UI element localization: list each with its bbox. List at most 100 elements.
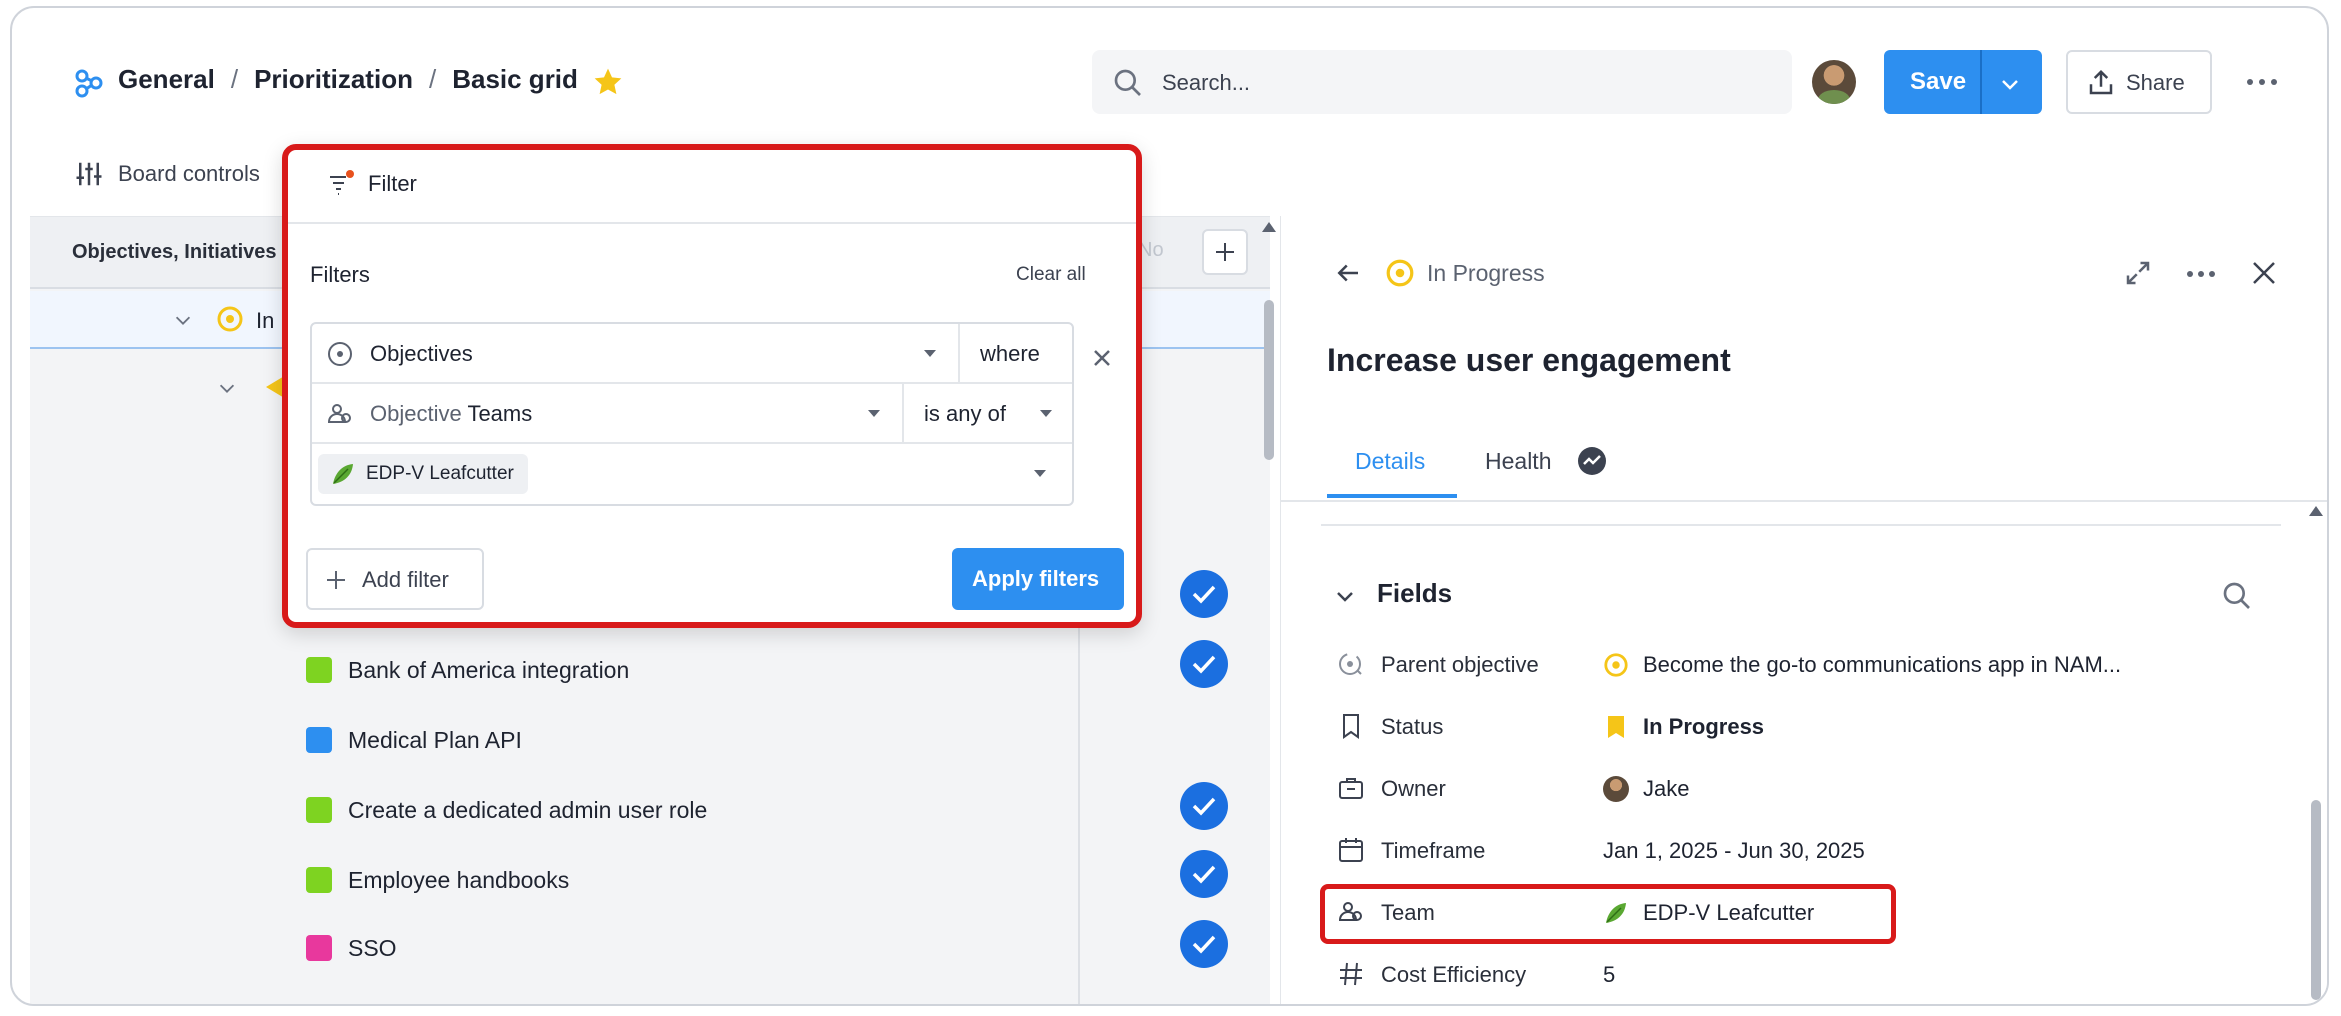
more-options-icon[interactable]: [2185, 264, 2217, 284]
status-text[interactable]: In Progress: [1427, 260, 1545, 287]
field-timeframe[interactable]: Timeframe Jan 1, 2025 - Jun 30, 2025: [1337, 830, 2237, 870]
fields-heading: Fields: [1377, 578, 1453, 608]
check-circle-icon[interactable]: [1180, 570, 1228, 618]
field-status[interactable]: Status In Progress: [1337, 706, 2237, 746]
breadcrumb-basic-grid[interactable]: Basic grid: [452, 64, 578, 95]
field-cost-efficiency[interactable]: Cost Efficiency 5: [1337, 954, 2237, 994]
check-circle-icon[interactable]: [1180, 782, 1228, 830]
filter-tab[interactable]: Filter: [326, 166, 417, 202]
remove-filter-icon[interactable]: [1090, 346, 1114, 370]
check-circle-icon[interactable]: [1180, 920, 1228, 968]
field-value[interactable]: Become the go-to communications app in N…: [1603, 652, 2121, 678]
scrollbar-thumb[interactable]: [1264, 300, 1274, 460]
chevron-down-icon[interactable]: [172, 309, 194, 331]
filters-heading: Filters: [310, 262, 370, 287]
filter-row-values[interactable]: EDP-V Leafcutter: [312, 444, 1072, 504]
filter-field-text: Objectives: [370, 341, 473, 366]
add-filter-button[interactable]: Add filter: [306, 548, 484, 610]
tab-health[interactable]: Health: [1485, 436, 1615, 498]
field-value[interactable]: Jan 1, 2025 - Jun 30, 2025: [1603, 838, 1865, 864]
checkmark-icon: [1192, 865, 1216, 884]
filter-row-objectives: Objectives where: [312, 324, 1072, 384]
list-item[interactable]: Bank of America integration: [306, 656, 629, 684]
popover-divider: [288, 222, 1136, 224]
grid-scrollbar[interactable]: [1256, 216, 1282, 1004]
item-color-swatch: [306, 727, 332, 753]
column-header-objectives[interactable]: Objectives, Initiatives: [72, 241, 277, 264]
column-divider: [1078, 617, 1080, 1004]
check-circle-icon[interactable]: [1180, 850, 1228, 898]
fields-section-header[interactable]: Fields: [1333, 574, 2293, 614]
hash-icon: [1340, 962, 1362, 986]
scrollbar-thumb[interactable]: [2311, 800, 2321, 1000]
filter-field-select[interactable]: Objectives: [312, 324, 960, 384]
list-item[interactable]: SSO: [306, 934, 397, 962]
status-in-progress-icon: [1386, 259, 1414, 287]
chevron-down-icon[interactable]: [216, 377, 238, 399]
owner-value: Jake: [1643, 776, 1690, 801]
dropdown-caret-icon[interactable]: [1034, 470, 1046, 477]
apply-filters-button[interactable]: Apply filters: [952, 548, 1124, 610]
tab-details-label: Details: [1355, 448, 1426, 474]
field-parent-objective[interactable]: Parent objective Become the go-to commun…: [1337, 644, 2237, 684]
dropdown-caret-icon: [924, 350, 936, 357]
close-icon[interactable]: [2249, 258, 2279, 288]
board-controls-button[interactable]: Board controls: [74, 154, 260, 194]
clear-all-button[interactable]: Clear all: [1016, 264, 1086, 286]
checkmark-icon: [1192, 797, 1216, 816]
check-circle-icon[interactable]: [1180, 640, 1228, 688]
tab-health-label: Health: [1485, 448, 1552, 474]
field-label: Owner: [1381, 776, 1446, 801]
apply-filters-label: Apply filters: [972, 566, 1100, 591]
tab-details[interactable]: Details: [1327, 436, 1457, 498]
scroll-up-arrow-icon[interactable]: [2309, 506, 2323, 516]
objective-status-icon: [1604, 653, 1628, 677]
chevron-down-icon[interactable]: [1333, 584, 1357, 608]
filter-operator-text: is any of: [924, 401, 1006, 426]
objective-icon: [328, 342, 352, 366]
dropdown-caret-icon: [868, 410, 880, 417]
share-button[interactable]: Share: [2066, 50, 2212, 114]
breadcrumb: General / Prioritization / Basic grid: [118, 64, 578, 95]
chevron-down-icon[interactable]: [1998, 72, 2022, 96]
item-color-swatch: [306, 935, 332, 961]
row-title: In: [256, 308, 275, 333]
filter-popover: Filter Filters Clear all Objectives wher…: [282, 144, 1142, 628]
chip-label: EDP-V Leafcutter: [366, 463, 514, 484]
filter-operator-select[interactable]: is any of: [904, 384, 1072, 444]
more-options-icon[interactable]: [2244, 70, 2280, 94]
field-label: Parent objective: [1381, 652, 1539, 677]
expand-icon[interactable]: [2123, 258, 2153, 288]
scroll-up-arrow-icon[interactable]: [1262, 222, 1276, 232]
list-item[interactable]: Create a dedicated admin user role: [306, 796, 707, 824]
field-value[interactable]: In Progress: [1603, 714, 1764, 740]
timeframe-value: Jan 1, 2025 - Jun 30, 2025: [1603, 838, 1865, 863]
workspace-logo-icon[interactable]: [74, 68, 104, 98]
search-bar[interactable]: Search...: [1092, 50, 1792, 114]
save-button-divider: [1980, 50, 1982, 114]
filter-field-select[interactable]: Objective Teams: [312, 384, 904, 444]
list-item-label: Medical Plan API: [348, 726, 522, 753]
sliders-icon: [76, 162, 102, 186]
team-icon: [327, 404, 351, 423]
leaf-team-icon: [333, 464, 353, 484]
field-value[interactable]: 5: [1603, 962, 1615, 988]
list-item[interactable]: Employee handbooks: [306, 866, 569, 894]
arrow-left-icon[interactable]: [1333, 258, 1363, 288]
star-favorite-icon[interactable]: [592, 66, 624, 98]
list-item[interactable]: Medical Plan API: [306, 726, 522, 754]
add-column-button[interactable]: [1202, 229, 1248, 275]
breadcrumb-general[interactable]: General: [118, 64, 215, 95]
breadcrumb-prioritization[interactable]: Prioritization: [254, 64, 413, 95]
filter-value-chip[interactable]: EDP-V Leafcutter: [318, 454, 528, 494]
search-icon[interactable]: [2221, 580, 2253, 612]
checkmark-icon: [1192, 655, 1216, 674]
filter-field-name: Teams: [467, 401, 533, 426]
save-button-label: Save: [1910, 68, 1967, 95]
list-item-label: Bank of America integration: [348, 656, 630, 683]
user-avatar[interactable]: [1812, 60, 1856, 104]
cost-efficiency-value: 5: [1603, 962, 1616, 987]
save-button[interactable]: Save: [1884, 50, 2042, 114]
field-owner[interactable]: Owner Jake: [1337, 768, 2237, 808]
field-value[interactable]: Jake: [1603, 776, 1689, 802]
